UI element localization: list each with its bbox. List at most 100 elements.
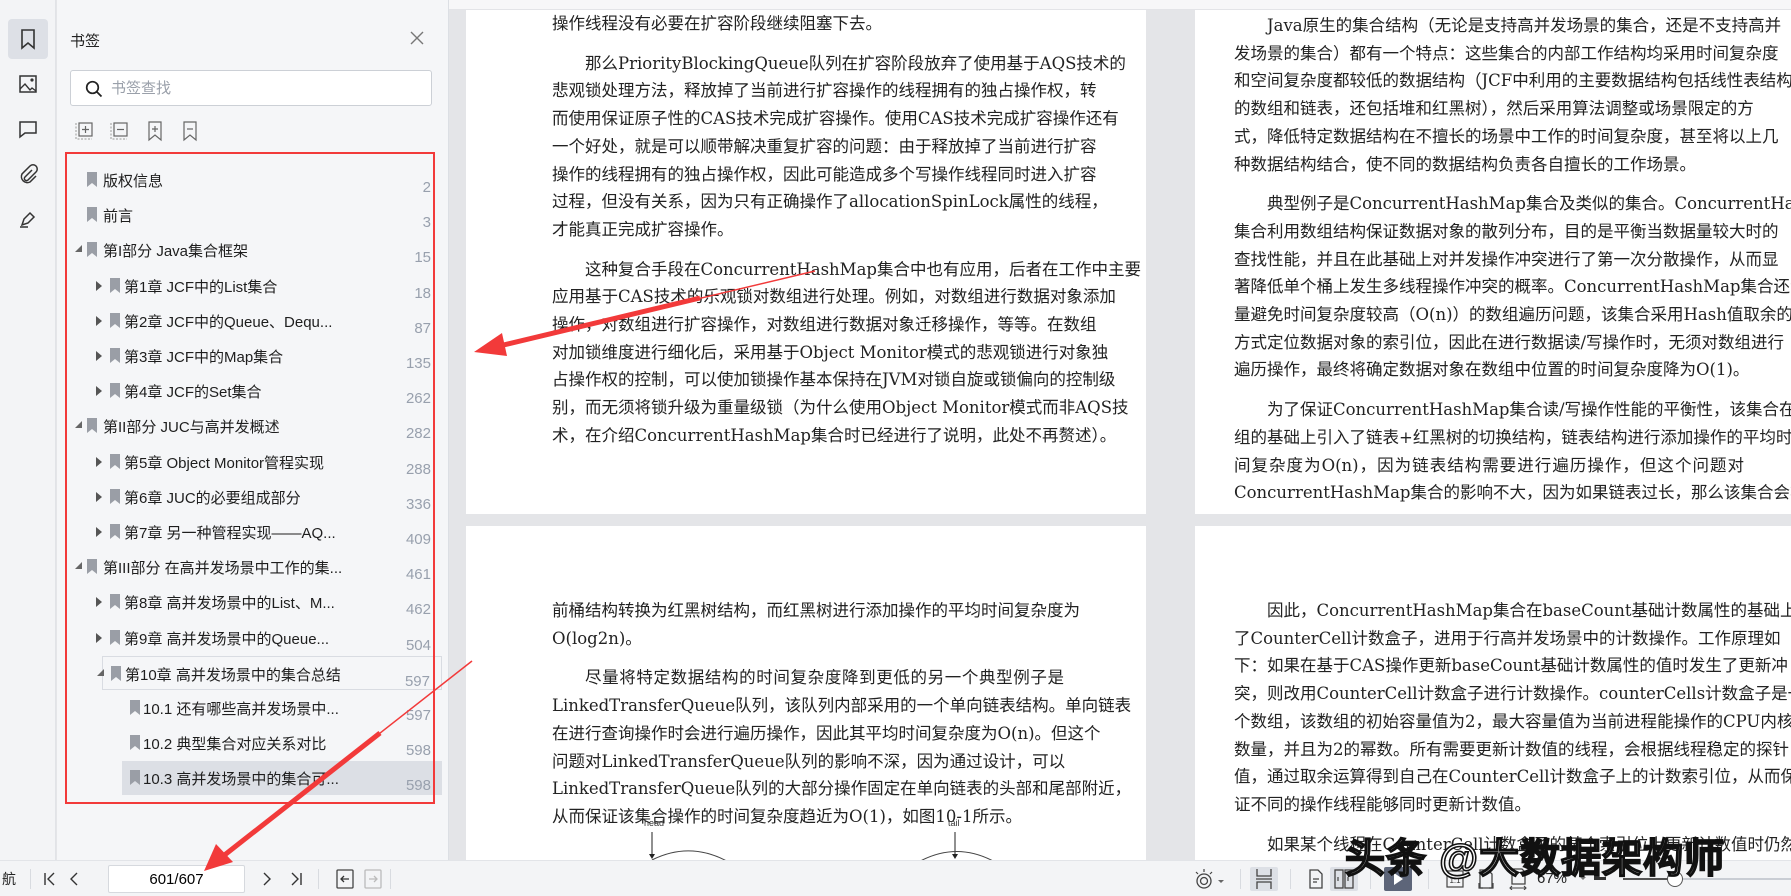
thumbnail-tab-button[interactable]: [8, 64, 48, 104]
page-number-input[interactable]: [108, 865, 245, 893]
collapse-all-button[interactable]: [110, 120, 130, 144]
previous-page-button[interactable]: [64, 867, 84, 891]
bookmark-page-number: 2: [422, 179, 431, 196]
bookmark-item[interactable]: 前言 3: [57, 198, 442, 232]
bookmark-page-number: 87: [414, 319, 431, 337]
page-text: Java原生的集合结构（无论是支持高并发场景的集合，还是不支持高并 发场景的集合）…: [1234, 12, 1791, 507]
text-line: LinkedTransferQueue队列，该队列内部采用的一个单向链表结构。单…: [552, 696, 1132, 716]
bookmark-item[interactable]: 第III部分 在高并发场景中工作的集... 461: [57, 550, 442, 584]
bookmark-label: 版权信息: [103, 173, 164, 190]
expanded-caret-icon[interactable]: [97, 668, 104, 676]
bookmark-item[interactable]: 第5章 Object Monitor管程实现 288: [57, 445, 442, 479]
collapsed-caret-icon[interactable]: [96, 351, 102, 361]
bookmark-item[interactable]: 第7章 另一种管程实现——AQ... 409: [57, 515, 442, 549]
linked-list-figure: [649, 832, 993, 860]
bookmark-search-box: [70, 70, 432, 106]
paragraph: Java原生的集合结构（无论是支持高并发场景的集合，还是不支持高并 发场景的集合）…: [1234, 12, 1791, 178]
text-line: 方式定位数据对象的索引位，因此在进行数据读/写操作时，无须对数组进行: [1234, 332, 1785, 352]
expanded-caret-icon[interactable]: [75, 245, 82, 253]
attachment-tab-button[interactable]: [8, 154, 48, 194]
bookmark-tab-button[interactable]: [8, 19, 48, 59]
text-line: 这种复合手段在ConcurrentHashMap集合中也有应用，后者在工作中主要: [585, 259, 1141, 279]
bookmark-label: 第8章 高并发场景中的List、M...: [124, 595, 335, 613]
bookmark-item[interactable]: 10.3 高并发场景中的集合可... 598: [122, 761, 442, 796]
arrow-right-icon: [364, 869, 382, 889]
collapsed-caret-icon[interactable]: [96, 456, 102, 467]
collapsed-caret-icon[interactable]: [96, 491, 102, 502]
signature-tab-button[interactable]: [8, 199, 48, 239]
text-line: 量避免时间复杂度较高（O(n)）的数组遍历问题，该集合采用Hash值取余的: [1234, 305, 1791, 325]
bookmark-item[interactable]: 第6章 JUC的必要组成部分 336: [57, 480, 442, 514]
bookmark-item[interactable]: 第II部分 JUC与高并发概述 282: [57, 409, 442, 443]
text-line: 突，则改用CounterCell计数盒子进行计数操作。counterCells计…: [1234, 684, 1791, 704]
collapsed-caret-icon[interactable]: [96, 315, 102, 326]
bookmark-item[interactable]: 第2章 JCF中的Queue、Dequ... 87: [57, 304, 442, 338]
add-bookmark-button[interactable]: [145, 120, 165, 144]
bookmark-icon: [130, 770, 140, 786]
bookmark-page-number: 597: [404, 672, 430, 690]
first-page-button[interactable]: [40, 867, 60, 891]
bookmark-page-number: 18: [414, 284, 431, 302]
bookmark-item[interactable]: 第I部分 Java集合框架 15: [57, 233, 442, 267]
paragraph: 为了保证ConcurrentHashMap集合读/写操作性能的平衡性，该集合在数…: [1234, 396, 1791, 507]
comment-tab-button[interactable]: [8, 109, 48, 149]
bookmark-item[interactable]: 10.2 典型集合对应关系对比 598: [57, 726, 442, 760]
single-page-button[interactable]: [1303, 867, 1329, 891]
watermark: 头条 @大数据架构师: [1344, 836, 1726, 882]
bookmark-page-number: 504: [405, 636, 431, 654]
collapsed-caret-icon[interactable]: [96, 280, 102, 291]
bookmark-label: 第4章 JCF的Set集合: [124, 384, 262, 402]
bookmark-page-number: 336: [405, 495, 431, 513]
bookmark-item[interactable]: 第8章 高并发场景中的List、M... 462: [57, 585, 442, 619]
text-line: 著降低单个桶上发生多线程操作冲突的概率。ConcurrentHashMap集合还…: [1234, 277, 1791, 297]
close-panel-button[interactable]: [407, 28, 427, 48]
text-line: 才能真正完成扩容操作。: [552, 219, 734, 239]
bookmark-panel: 书签 版权信息 2 前言 3 第I部分 Java集合框架 15 第1章 JCF中的List集…: [57, 0, 449, 860]
forward-button[interactable]: [363, 867, 383, 891]
collapsed-caret-icon[interactable]: [96, 386, 102, 397]
bookmark-search-input[interactable]: [111, 77, 411, 99]
next-page-button[interactable]: [257, 867, 277, 891]
text-line: 数量，并且为2的幂数。所有需要更新计数值的线程，会根据线程稳定的探针: [1234, 739, 1789, 759]
last-page-button[interactable]: [286, 867, 306, 891]
search-icon: [85, 80, 103, 98]
bookmark-icon: [87, 172, 97, 187]
collapsed-caret-icon[interactable]: [96, 527, 102, 537]
bookmark-icon: [130, 735, 140, 751]
text-line: 对加锁维度进行细化后，采用基于Object Monitor模式的悲观锁进行对象独: [552, 342, 1109, 362]
bookmark-item[interactable]: 第1章 JCF中的List集合 18: [57, 269, 442, 303]
remove-bookmark-button[interactable]: [180, 120, 200, 144]
text-line: 操作，对数组进行扩容操作，对数组进行数据对象迁移操作，等等。在数组: [552, 315, 1097, 335]
paragraph: 前桶结构转换为红黑树结构，而红黑树进行添加操作的平均时间复杂度为 O(log2n)…: [552, 597, 1080, 652]
bookmark-item[interactable]: 10.1 还有哪些高并发场景中... 597: [57, 691, 442, 725]
navigation-label: 航: [2, 871, 16, 887]
collapsed-caret-icon[interactable]: [96, 632, 102, 643]
back-button[interactable]: [335, 867, 355, 891]
bookmark-label: 第III部分 在高并发场景中工作的集...: [103, 560, 343, 578]
panel-title: 书签: [70, 33, 101, 50]
bookmark-item[interactable]: 第10章 高并发场景中的集合总结 597: [97, 655, 442, 690]
text-line: 过程，但没有关系，因为只有正确操作了allocationSpinLock属性的线…: [552, 192, 1108, 212]
text-line: 一个好处，就是可以顺带解决重复扩容的问题：由于释放掉了当前进行扩容: [552, 136, 1097, 156]
expanded-caret-icon[interactable]: [75, 421, 82, 429]
paragraph: 典型例子是ConcurrentHashMap集合及类似的集合。Concurren…: [1234, 190, 1791, 384]
expanded-caret-icon[interactable]: [75, 562, 82, 570]
eye-protection-button[interactable]: [1192, 867, 1226, 891]
expand-all-button[interactable]: [75, 120, 95, 144]
bookmark-item[interactable]: 版权信息 2: [57, 163, 442, 197]
bookmark-item[interactable]: 第4章 JCF的Set集合 262: [57, 374, 442, 408]
bookmark-page-number: 288: [405, 460, 431, 478]
bookmark-item[interactable]: 第3章 JCF中的Map集合 135: [57, 339, 442, 373]
continuous-scroll-button[interactable]: [1250, 867, 1278, 891]
bookmark-label: 第I部分 Java集合框架: [103, 243, 249, 261]
paragraph: 操作线程没有必要在扩容阶段继续阻塞下去。: [552, 10, 1064, 38]
collapsed-caret-icon[interactable]: [96, 597, 102, 608]
text-line: 在进行查询操作时会进行遍历操作，因此其平均时间复杂度为O(n)。但这个: [552, 723, 1101, 743]
sidebar-rail: [0, 0, 56, 860]
chevron-left-icon: [70, 872, 78, 886]
text-line: 应用基于CAS技术的乐观锁对数组进行处理。例如，对数组进行数据对象添加: [552, 287, 1116, 307]
bookmark-item[interactable]: 第9章 高并发场景中的Queue... 504: [57, 621, 442, 655]
paragraph: 这种复合手段在ConcurrentHashMap集合中也有应用，后者在工作中主要…: [552, 256, 1141, 450]
bookmark-add-icon: [148, 121, 162, 142]
close-icon: [410, 31, 424, 45]
